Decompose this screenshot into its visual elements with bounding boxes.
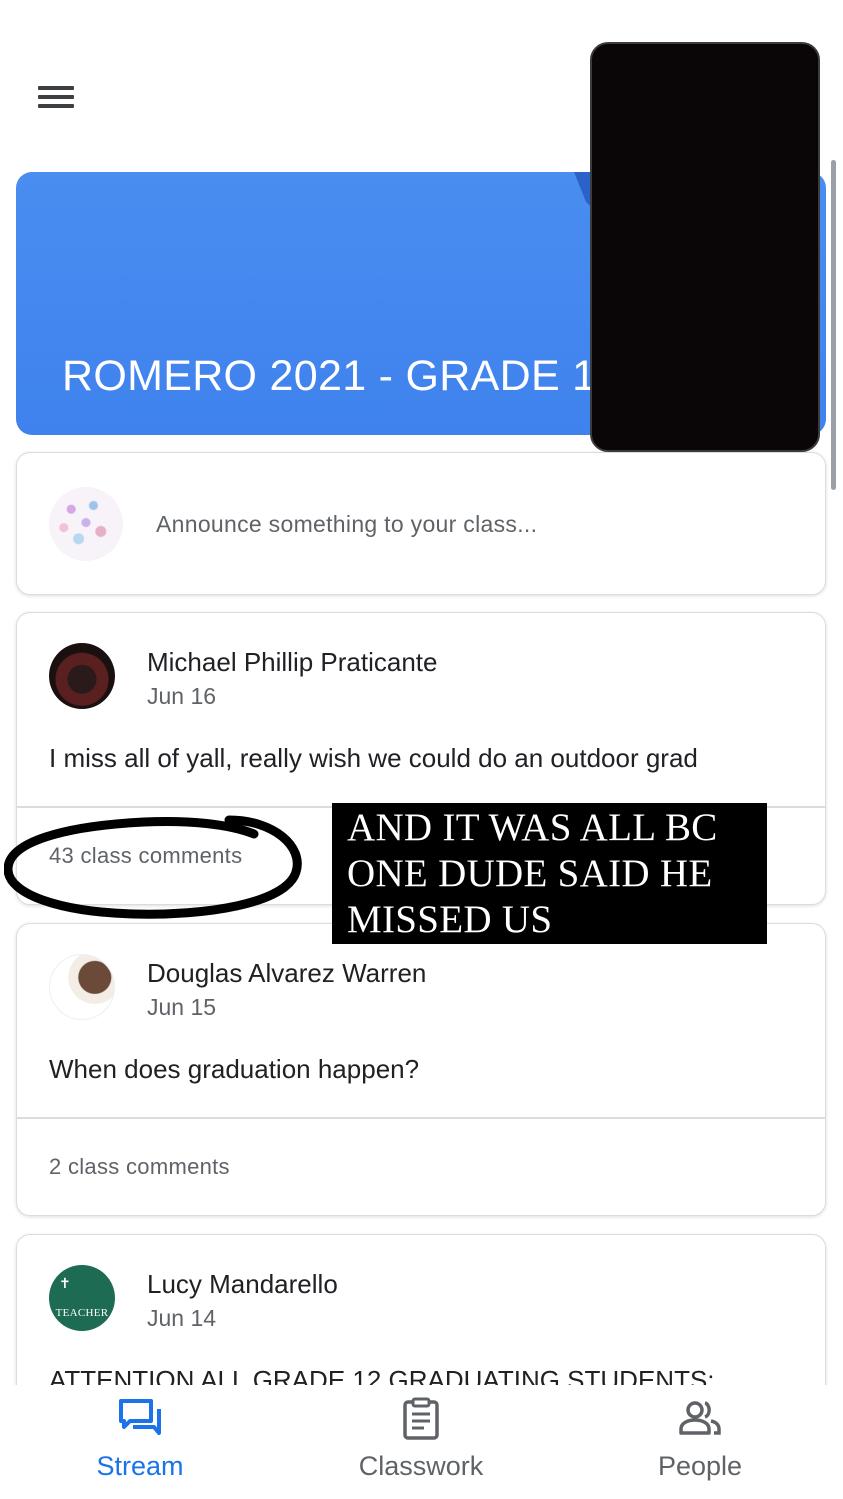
post-author: Michael Phillip Praticante <box>147 647 438 677</box>
menu-icon-bar <box>38 104 74 108</box>
post-card[interactable]: Douglas Alvarez Warren Jun 15 When does … <box>16 923 826 1216</box>
divider <box>17 1117 825 1119</box>
people-icon <box>679 1401 721 1435</box>
announce-placeholder[interactable]: Announce something to your class... <box>156 511 537 538</box>
teacher-badge: TEACHER <box>55 1307 109 1319</box>
post-date: Jun 14 <box>147 1305 217 1331</box>
avatar: ✝ TEACHER <box>49 1265 115 1331</box>
class-comments-link[interactable]: 2 class comments <box>49 1154 230 1180</box>
classwork-icon <box>403 1397 439 1440</box>
post-date: Jun 15 <box>147 994 217 1020</box>
menu-icon-bar <box>38 95 74 99</box>
post-text: When does graduation happen? <box>49 1054 420 1084</box>
caption-overlay: AND IT WAS ALL BC ONE DUDE SAID HE MISSE… <box>332 803 767 944</box>
school-logo-icon: ✝ <box>59 1275 71 1291</box>
post-text: I miss all of yall, really wish we could… <box>49 743 698 773</box>
tab-label: Stream <box>96 1451 184 1481</box>
scrollbar[interactable] <box>831 160 836 490</box>
menu-button[interactable] <box>36 80 78 114</box>
tab-label: People <box>657 1451 743 1481</box>
post-author: Lucy Mandarello <box>147 1269 338 1299</box>
tab-classwork[interactable]: Classwork <box>321 1385 521 1499</box>
tab-label: Classwork <box>358 1451 484 1481</box>
tab-people[interactable]: People <box>600 1385 800 1499</box>
redaction-block <box>590 42 820 452</box>
class-title: ROMERO 2021 - GRADE 12 <box>62 352 621 400</box>
stream-icon <box>119 1399 161 1435</box>
post-author: Douglas Alvarez Warren <box>147 958 427 988</box>
avatar <box>49 487 123 561</box>
post-date: Jun 16 <box>147 683 217 709</box>
menu-icon <box>38 86 74 90</box>
hand-drawn-circle <box>4 815 302 919</box>
announce-box[interactable]: Announce something to your class... <box>16 452 826 595</box>
tab-stream[interactable]: Stream <box>40 1385 240 1499</box>
bottom-nav: Stream Classwork People <box>0 1385 843 1499</box>
avatar <box>49 954 115 1020</box>
avatar <box>49 643 115 709</box>
